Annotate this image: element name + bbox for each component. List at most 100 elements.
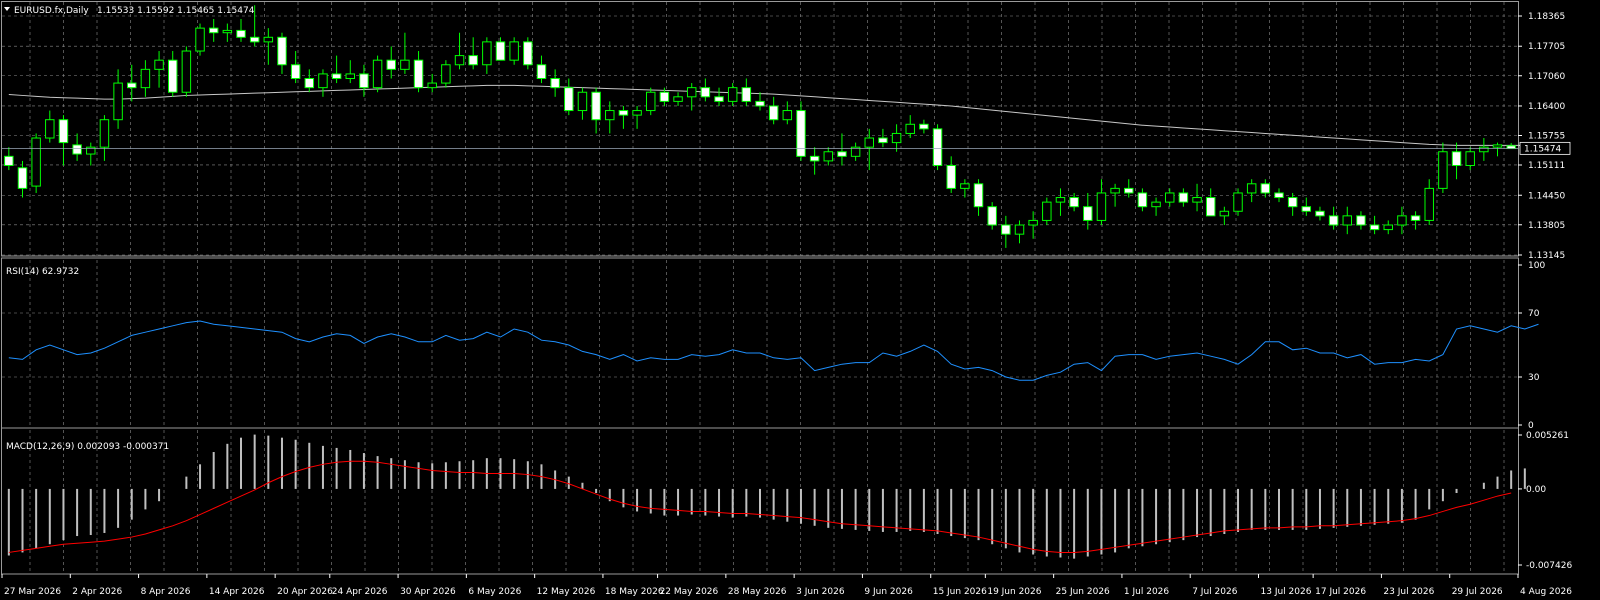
candle-bear: [564, 87, 574, 112]
time-axis-label: 6 May 2026: [468, 587, 521, 597]
time-axis-label: 15 Jun 2026: [933, 587, 987, 597]
time-axis-label: 27 Mar 2026: [4, 587, 61, 597]
time-axis-label: 30 Apr 2026: [400, 587, 456, 597]
candle-bull: [441, 64, 451, 84]
macd-axis-label: -0.007426: [1526, 561, 1572, 571]
time-axis-label: 19 Jun 2026: [987, 587, 1041, 597]
candle-bull: [1424, 187, 1434, 221]
time-axis-label: 1 Jul 2026: [1124, 587, 1169, 597]
candle-bear: [523, 41, 533, 66]
candle-bull: [782, 110, 793, 121]
candle-bear: [72, 144, 82, 155]
candle-bull: [1479, 146, 1489, 153]
candle-bear: [359, 73, 369, 89]
time-axis-label: 12 May 2026: [537, 587, 596, 597]
candle-bull: [263, 36, 274, 43]
candle-bear: [1001, 224, 1011, 235]
candle-bear: [1410, 215, 1421, 221]
candle-bear: [1137, 192, 1148, 208]
candle-bull: [181, 50, 192, 93]
price-axis-label: 1.15755: [1528, 132, 1565, 142]
candle-bear: [304, 77, 315, 89]
candle-bear: [837, 151, 847, 157]
candle-bull: [891, 132, 902, 144]
rsi-axis-label: 0: [1528, 421, 1534, 431]
time-axis-label: 20 Apr 2026: [277, 587, 333, 597]
candle-bull: [686, 87, 697, 98]
time-axis-label: 24 Apr 2026: [332, 587, 388, 597]
candle-bear: [1205, 197, 1216, 217]
time-axis-label: 7 Jul 2026: [1192, 587, 1237, 597]
rsi-label: RSI(14) 62.9732: [6, 267, 79, 277]
candle-bear: [878, 137, 888, 144]
rsi-axis-label: 100: [1528, 261, 1545, 271]
candle-bear: [987, 206, 997, 226]
candle-bull: [400, 59, 410, 70]
candle-bear: [1083, 206, 1093, 221]
metatrader-chart-window[interactable]: 1.18365 1.17705 1.17060 1.16400 1.15755 1.151…: [0, 0, 1600, 600]
candle-bull: [195, 27, 205, 52]
time-axis-label: 13 Jul 2026: [1261, 587, 1312, 597]
candle-bull: [646, 91, 656, 112]
candle-bull: [1397, 215, 1407, 226]
candle-bear: [236, 29, 246, 38]
candle-bear: [17, 167, 28, 189]
rsi-axis-label: 30: [1528, 373, 1540, 383]
candle-bull: [427, 82, 437, 89]
candle-bull: [1233, 192, 1243, 212]
candle-bull: [605, 110, 615, 121]
candle-bull: [1383, 224, 1393, 231]
candle-bear: [1369, 224, 1380, 231]
time-axis-label: 9 Jun 2026: [864, 587, 913, 597]
symbol-dropdown-icon[interactable]: [4, 7, 10, 11]
macd-axis-label: 0.00: [1526, 485, 1546, 495]
panel-borders: [1, 1, 1519, 575]
rsi-axis-label: 70: [1528, 309, 1540, 319]
price-axis-label: 1.14450: [1528, 191, 1565, 201]
candle-bear: [700, 87, 711, 98]
candle-bear: [550, 77, 560, 89]
candle-bull: [1110, 187, 1120, 194]
ohlc-label: 1.15533 1.15592 1.15465 1.15474: [97, 6, 255, 16]
candle-bull: [960, 183, 970, 189]
candle-bull: [99, 119, 110, 148]
candle-bull: [318, 73, 328, 89]
chart-canvas[interactable]: 1.18365 1.17705 1.17060 1.16400 1.15755 1.151…: [0, 0, 1600, 600]
candle-bull: [482, 41, 492, 66]
candlesticks: [4, 5, 1516, 248]
candle-bull: [222, 29, 233, 34]
macd-label: MACD(12,26,9) 0.002093 -0.000371: [6, 442, 169, 452]
time-axis-label: 8 Apr 2026: [141, 587, 191, 597]
candle-bear: [755, 100, 765, 107]
candle-bull: [1438, 151, 1448, 189]
candle-bull: [727, 87, 738, 102]
candle-bear: [768, 105, 779, 121]
candle-bear: [1069, 197, 1079, 208]
candle-bear: [714, 96, 724, 102]
candle-bear: [290, 64, 301, 79]
candle-bear: [1328, 215, 1339, 226]
candle-bear: [659, 91, 670, 102]
time-axis-label: 29 Jul 2026: [1452, 587, 1503, 597]
candle-bear: [1301, 206, 1312, 212]
candle-bear: [58, 119, 69, 144]
price-axis-label: 1.17060: [1528, 72, 1565, 82]
candle-bear: [741, 87, 752, 102]
candle-bull: [345, 73, 356, 79]
time-axis-label: 22 May 2026: [660, 587, 719, 597]
candle-bear: [331, 73, 342, 79]
candle-bull: [1342, 215, 1353, 226]
time-axis-label: 25 Jun 2026: [1056, 587, 1110, 597]
candle-bull: [1465, 151, 1475, 166]
candle-bear: [495, 41, 506, 61]
candle-bull: [454, 55, 465, 66]
price-axis-label: 1.17705: [1528, 42, 1565, 52]
time-axis-label: 28 May 2026: [728, 587, 787, 597]
candle-bull: [113, 82, 123, 121]
symbol-label: EURUSD.fx,Daily: [14, 6, 89, 16]
price-axis-label: 1.15111: [1528, 161, 1565, 171]
rsi-polyline: [8, 320, 1539, 381]
candle-bull: [372, 59, 383, 89]
candle-bull: [1014, 224, 1025, 235]
current-price-label: 1.15474: [1524, 144, 1561, 154]
